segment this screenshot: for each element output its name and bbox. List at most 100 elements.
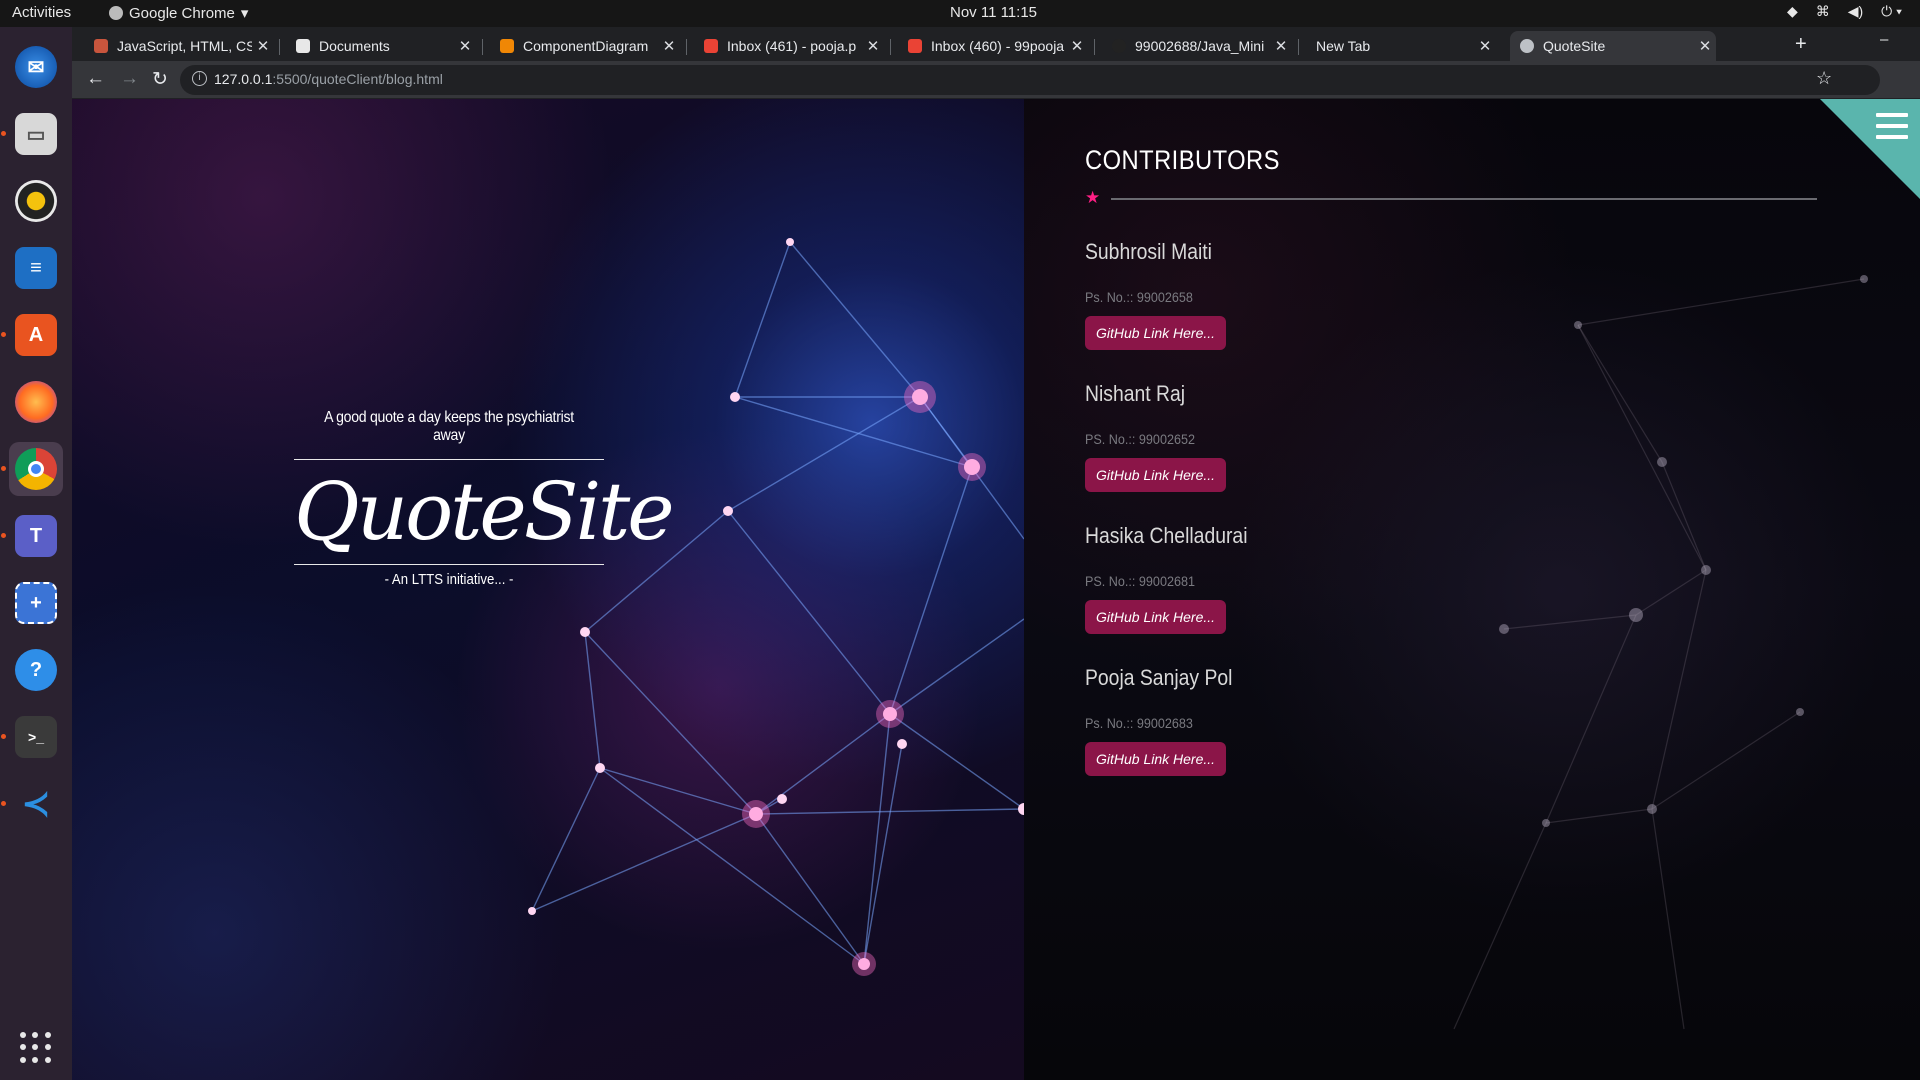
tab-title: JavaScript, HTML, CS <box>117 38 252 54</box>
dock-writer[interactable]: ≡ <box>9 241 63 295</box>
contributor-psno: PS. No.:: 99002652 <box>1085 431 1195 447</box>
tab-title: Documents <box>319 38 390 54</box>
github-link-button[interactable]: GitHub Link Here... <box>1085 600 1227 634</box>
system-top-bar: Activities Google Chrome ▾ Nov 11 11:15 … <box>0 0 1920 27</box>
site-logo: QuoteSite <box>294 465 675 558</box>
vscode-icon: ≺ <box>21 785 51 823</box>
tab-favicon <box>500 39 514 53</box>
site-info-icon[interactable]: i <box>192 71 207 86</box>
github-link-button[interactable]: GitHub Link Here... <box>1085 458 1227 492</box>
contributor-name: Subhrosil Maiti <box>1085 239 1212 264</box>
contributor-card: Subhrosil Maiti Ps. No.:: 99002658 GitHu… <box>1085 239 1825 350</box>
network-icon[interactable]: ⌘ <box>1816 3 1830 20</box>
hero-subtitle: - An LTTS initiative... - <box>384 571 514 588</box>
reload-button[interactable]: ↻ <box>152 68 168 91</box>
bookmark-star-icon[interactable]: ☆ <box>1816 68 1832 89</box>
hero-tagline: A good quote a day keeps the psychiatris… <box>324 409 574 444</box>
software-icon: A <box>15 314 57 356</box>
teams-icon: T <box>15 515 57 557</box>
minimize-button[interactable]: – <box>1880 31 1888 48</box>
url-path: :5500/quoteClient/blog.html <box>272 71 443 87</box>
dock-thunderbird[interactable]: ✉ <box>9 40 63 94</box>
contributor-name: Nishant Raj <box>1085 381 1186 406</box>
tab-componentdiagram[interactable]: ComponentDiagram ✕ <box>490 31 680 61</box>
dock-help[interactable]: ? <box>9 643 63 697</box>
contributor-psno: PS. No.:: 99002681 <box>1085 573 1195 589</box>
forward-button[interactable]: → <box>120 68 139 90</box>
tab-title: Inbox (460) - 99pooja <box>931 38 1065 54</box>
close-icon[interactable]: ✕ <box>658 37 680 55</box>
power-icon[interactable]: ⏻ ▾ <box>1881 3 1902 20</box>
writer-icon: ≡ <box>15 247 57 289</box>
terminal-icon: >_ <box>15 716 57 758</box>
clock[interactable]: Nov 11 11:15 <box>950 4 1037 21</box>
contributors-heading: CONTRIBUTORS <box>1085 145 1280 175</box>
hero-block: A good quote a day keeps the psychiatris… <box>294 409 675 588</box>
dock-firefox[interactable] <box>9 375 63 429</box>
chevron-down-icon: ▾ <box>240 5 249 22</box>
contributor-name: Hasika Chelladurai <box>1085 523 1248 548</box>
dock-terminal[interactable]: >_ <box>1 710 63 764</box>
close-icon[interactable]: ✕ <box>862 37 884 55</box>
tab-javascript[interactable]: JavaScript, HTML, CS ✕ <box>84 31 274 61</box>
contributor-card: Nishant Raj PS. No.:: 99002652 GitHub Li… <box>1085 381 1825 492</box>
tab-strip: JavaScript, HTML, CS ✕ Documents ✕ Compo… <box>72 27 1920 61</box>
tab-new-tab[interactable]: New Tab ✕ <box>1306 31 1496 61</box>
gmail-icon <box>908 39 922 53</box>
address-bar[interactable]: i 127.0.0.1:5500/quoteClient/blog.html <box>180 65 1880 95</box>
thunderbird-icon: ✉ <box>15 46 57 88</box>
close-icon[interactable]: ✕ <box>252 37 274 55</box>
url-text[interactable]: 127.0.0.1:5500/quoteClient/blog.html <box>214 71 443 87</box>
chrome-icon <box>109 6 123 20</box>
show-applications-icon[interactable] <box>20 1032 52 1064</box>
rhythmbox-icon <box>15 180 57 222</box>
hamburger-menu-icon[interactable] <box>1876 113 1908 139</box>
close-icon[interactable]: ✕ <box>1270 37 1292 55</box>
activities-button[interactable]: Activities <box>12 4 71 21</box>
close-icon[interactable]: ✕ <box>1474 37 1496 55</box>
github-link-button[interactable]: GitHub Link Here... <box>1085 316 1227 350</box>
dock-screenshot[interactable]: + <box>9 576 63 630</box>
url-host: 127.0.0.1 <box>214 71 273 87</box>
tab-title: 99002688/Java_Mini <box>1135 38 1265 54</box>
back-button[interactable]: ← <box>86 68 105 90</box>
tab-favicon <box>94 39 108 53</box>
star-icon: ★ <box>1085 188 1101 207</box>
app-menu-label: Google Chrome <box>129 4 235 22</box>
tab-inbox-461[interactable]: Inbox (461) - pooja.p ✕ <box>694 31 884 61</box>
github-icon <box>1112 39 1126 53</box>
globe-icon <box>1520 39 1534 53</box>
contributor-name: Pooja Sanjay Pol <box>1085 665 1233 690</box>
teams-tray-icon[interactable]: ◆ <box>1787 3 1798 20</box>
dock: ✉ ▭ ≡ A T + ? >_ ≺ <box>0 27 72 1080</box>
hero-panel: A good quote a day keeps the psychiatris… <box>72 99 1024 1080</box>
close-icon[interactable]: ✕ <box>1066 37 1088 55</box>
tab-documents[interactable]: Documents ✕ <box>286 31 476 61</box>
tab-favicon <box>296 39 310 53</box>
tab-inbox-460[interactable]: Inbox (460) - 99pooja ✕ <box>898 31 1088 61</box>
tab-title: New Tab <box>1316 38 1371 54</box>
dock-chrome[interactable] <box>1 442 63 496</box>
network-background <box>528 238 1024 976</box>
contributor-card: Pooja Sanjay Pol Ps. No.:: 99002683 GitH… <box>1085 665 1825 776</box>
contributor-psno: Ps. No.:: 99002683 <box>1085 715 1193 731</box>
new-tab-button[interactable]: + <box>1795 33 1807 56</box>
dock-vscode[interactable]: ≺ <box>1 777 63 831</box>
volume-icon[interactable]: ◀) <box>1848 3 1863 20</box>
system-tray[interactable]: ◆ ⌘ ◀) ⏻ ▾ <box>1787 3 1902 20</box>
tab-title: QuoteSite <box>1543 38 1606 54</box>
app-menu[interactable]: Google Chrome ▾ <box>109 4 248 22</box>
dock-files[interactable]: ▭ <box>1 107 63 161</box>
dock-rhythmbox[interactable] <box>9 174 63 228</box>
tab-github[interactable]: 99002688/Java_Mini ✕ <box>1102 31 1292 61</box>
chrome-dock-icon <box>15 448 57 490</box>
dock-software[interactable]: A <box>1 308 63 362</box>
contributors-panel: CONTRIBUTORS ★ Subhrosil Maiti Ps. No.::… <box>1024 99 1920 1080</box>
github-link-button[interactable]: GitHub Link Here... <box>1085 742 1227 776</box>
close-icon[interactable]: ✕ <box>1694 37 1716 55</box>
close-icon[interactable]: ✕ <box>454 37 476 55</box>
screenshot-icon: + <box>15 582 57 624</box>
section-divider: ★ <box>1085 188 1825 208</box>
dock-teams[interactable]: T <box>1 509 63 563</box>
tab-quotesite[interactable]: QuoteSite ✕ <box>1510 31 1716 61</box>
